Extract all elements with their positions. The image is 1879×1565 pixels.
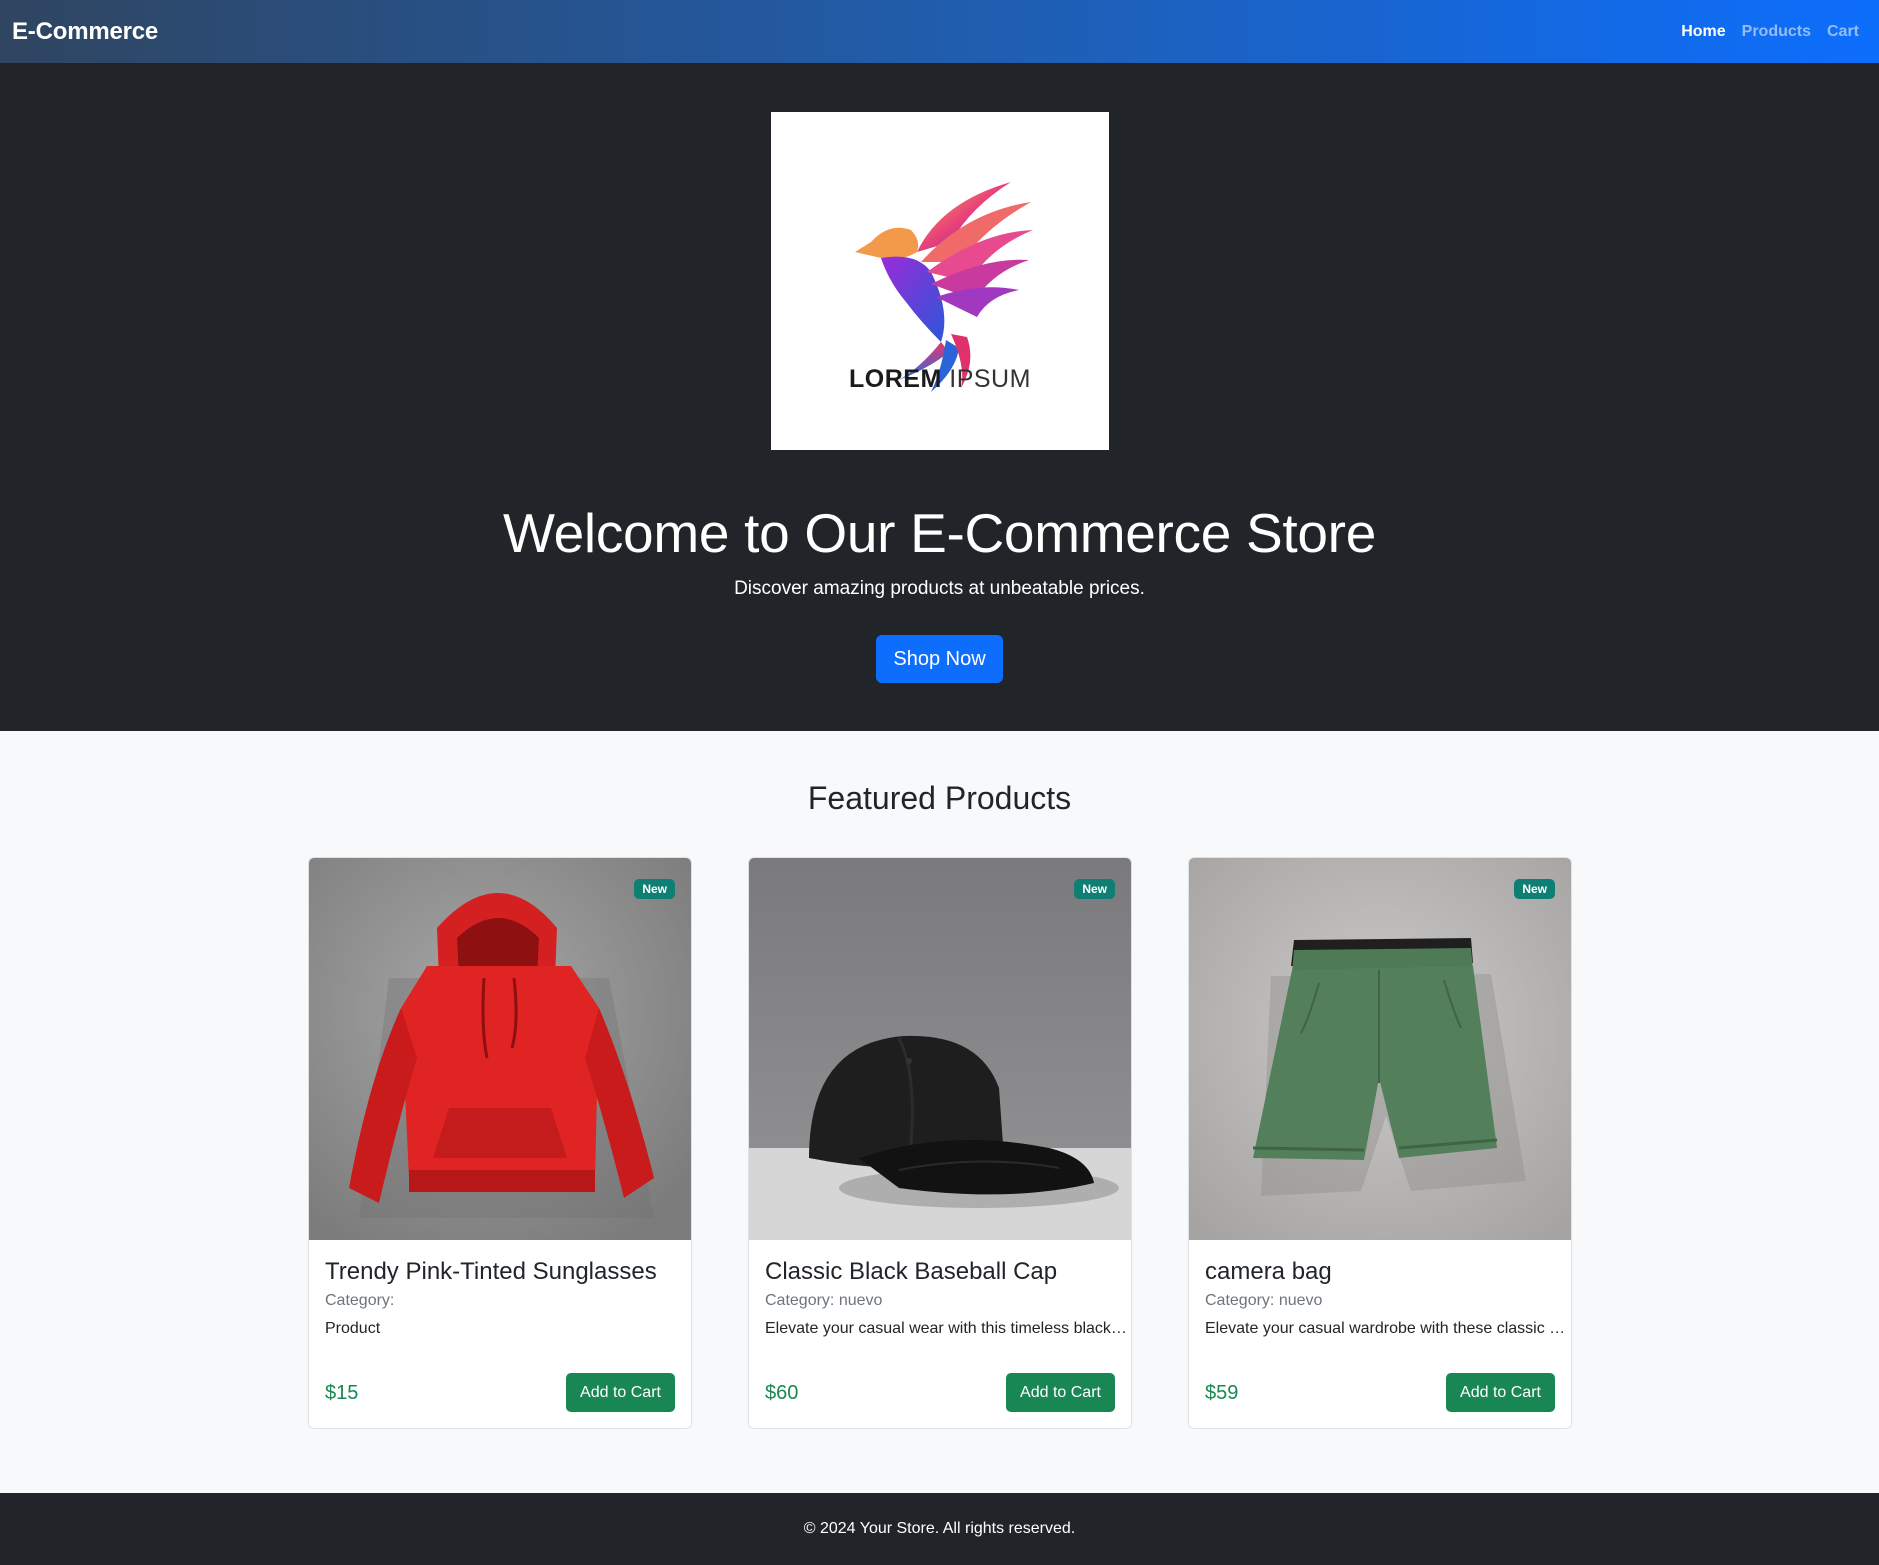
featured-products-title: Featured Products: [807, 780, 1072, 816]
bird-logo-icon: [855, 182, 1033, 392]
product-image: New: [1189, 858, 1571, 1240]
product-card: New Trendy Pink-Tinted Sunglasses Catego…: [308, 857, 692, 1429]
new-badge: New: [1514, 879, 1555, 899]
add-to-cart-button[interactable]: Add to Cart: [1006, 1373, 1115, 1412]
product-name[interactable]: Classic Black Baseball Cap: [765, 1258, 1117, 1286]
footer-copyright: © 2024 Your Store. All rights reserved.: [803, 1520, 1076, 1537]
logo-text-bold: LOREM: [849, 365, 942, 393]
hero-section: LOREM IPSUM Welcome to Our E-Commerce St…: [0, 63, 1879, 731]
product-price: $59: [1205, 1382, 1239, 1404]
add-to-cart-button[interactable]: Add to Cart: [566, 1373, 675, 1412]
navbar-brand[interactable]: E-Commerce: [12, 18, 158, 46]
product-image: New: [309, 858, 691, 1240]
footer: © 2024 Your Store. All rights reserved.: [0, 1493, 1879, 1565]
red-hoodie-image: [309, 858, 691, 1240]
logo-text: LOREM IPSUM: [771, 365, 1109, 394]
hero-title: Welcome to Our E-Commerce Store: [503, 502, 1376, 564]
product-name[interactable]: Trendy Pink-Tinted Sunglasses: [325, 1258, 677, 1286]
product-card: New Classic Black Baseball Cap Category:…: [748, 857, 1132, 1429]
nav-link-cart[interactable]: Cart: [1827, 23, 1859, 41]
black-cap-image: [749, 858, 1131, 1240]
product-image: New: [749, 858, 1131, 1240]
product-price: $15: [325, 1382, 359, 1404]
hero-subtitle: Discover amazing products at unbeatable …: [734, 578, 1145, 599]
new-badge: New: [1074, 879, 1115, 899]
logo-text-light: IPSUM: [949, 365, 1031, 393]
new-badge: New: [634, 879, 675, 899]
product-description: Elevate your casual wear with this timel…: [765, 1320, 1127, 1337]
store-logo: LOREM IPSUM: [771, 112, 1109, 450]
product-category: Category: nuevo: [1205, 1292, 1323, 1309]
shop-now-button[interactable]: Shop Now: [876, 635, 1003, 683]
nav-links: Home Products Cart: [1681, 23, 1867, 41]
green-shorts-image: [1189, 858, 1571, 1240]
nav-link-products[interactable]: Products: [1742, 23, 1811, 41]
nav-link-home[interactable]: Home: [1681, 23, 1725, 41]
product-price: $60: [765, 1382, 799, 1404]
add-to-cart-button[interactable]: Add to Cart: [1446, 1373, 1555, 1412]
product-description: Elevate your casual wardrobe with these …: [1205, 1320, 1567, 1337]
navbar: E-Commerce Home Products Cart: [0, 0, 1879, 63]
product-category: Category:: [325, 1292, 395, 1309]
product-description: Product: [325, 1320, 381, 1337]
product-name[interactable]: camera bag: [1205, 1258, 1557, 1286]
product-card: New camera bag Category: nuevo Elevate y…: [1188, 857, 1572, 1429]
product-category: Category: nuevo: [765, 1292, 883, 1309]
